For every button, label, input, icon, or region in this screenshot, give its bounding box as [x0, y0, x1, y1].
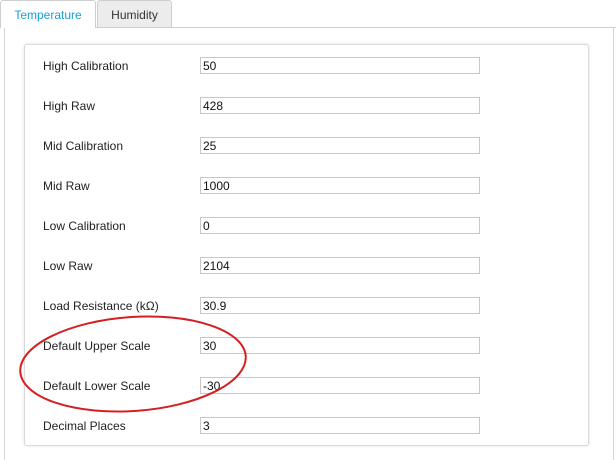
low-raw-input[interactable]	[200, 257, 480, 274]
low-calibration-label: Low Calibration	[43, 219, 126, 233]
load-resistance-input[interactable]	[200, 297, 480, 314]
decimal-places-label: Decimal Places	[43, 419, 126, 433]
calibration-form: High Calibration High Raw Mid Calibratio…	[24, 44, 589, 446]
high-raw-input[interactable]	[200, 97, 480, 114]
form-row-mid-calibration: Mid Calibration	[25, 137, 588, 157]
default-lower-scale-label: Default Lower Scale	[43, 379, 151, 393]
default-upper-scale-input[interactable]	[200, 337, 480, 354]
high-calibration-label: High Calibration	[43, 59, 129, 73]
low-calibration-input[interactable]	[200, 217, 480, 234]
form-row-mid-raw: Mid Raw	[25, 177, 588, 197]
mid-calibration-input[interactable]	[200, 137, 480, 154]
default-upper-scale-label: Default Upper Scale	[43, 339, 151, 353]
form-row-high-raw: High Raw	[25, 97, 588, 117]
form-row-default-lower-scale: Default Lower Scale	[25, 377, 588, 397]
form-row-high-calibration: High Calibration	[25, 57, 588, 77]
form-row-default-upper-scale: Default Upper Scale	[25, 337, 588, 357]
mid-calibration-label: Mid Calibration	[43, 139, 124, 153]
form-row-decimal-places: Decimal Places	[25, 417, 588, 437]
mid-raw-label: Mid Raw	[43, 179, 90, 193]
low-raw-label: Low Raw	[43, 259, 93, 273]
high-raw-label: High Raw	[43, 99, 96, 113]
tab-bar: Temperature Humidity	[0, 0, 616, 28]
form-row-load-resistance: Load Resistance (kΩ)	[25, 297, 588, 317]
default-lower-scale-input[interactable]	[200, 377, 480, 394]
form-row-low-calibration: Low Calibration	[25, 217, 588, 237]
tab-temperature[interactable]: Temperature	[0, 0, 96, 28]
mid-raw-input[interactable]	[200, 177, 480, 194]
tab-humidity[interactable]: Humidity	[97, 0, 172, 27]
decimal-places-input[interactable]	[200, 417, 480, 434]
form-row-low-raw: Low Raw	[25, 257, 588, 277]
high-calibration-input[interactable]	[200, 57, 480, 74]
load-resistance-label: Load Resistance (kΩ)	[43, 299, 159, 313]
